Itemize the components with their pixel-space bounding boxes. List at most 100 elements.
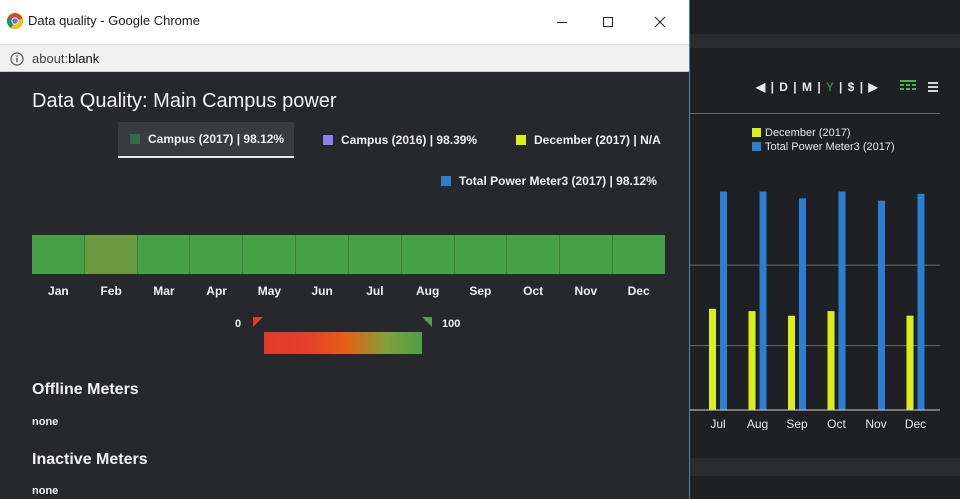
legend-swatch (130, 134, 140, 144)
maximize-icon (603, 17, 613, 27)
bar-total-power-meter3 (917, 193, 925, 410)
legend-label: Total Power Meter3 (2017) (765, 141, 895, 153)
nav-year-button[interactable]: Y (826, 80, 835, 94)
month-quality-cell-oct[interactable] (507, 235, 561, 274)
month-quality-cell-apr[interactable] (190, 235, 244, 274)
scale-min-label: 0 (235, 318, 242, 330)
page-title: Data Quality: Main Campus power (32, 90, 337, 112)
legend-swatch (516, 135, 526, 145)
month-label: Jan (48, 284, 69, 298)
month-label: Apr (206, 284, 227, 298)
month-label: Nov (574, 284, 598, 298)
legend-item-total-power-meter3[interactable]: Total Power Meter3 (2017) | 98.12% (441, 174, 657, 188)
month-label: Jun (311, 284, 333, 298)
monthly-bar-chart: Jul Aug Sep Oct Nov Dec (690, 191, 940, 430)
month-quality-cell-dec[interactable] (613, 235, 665, 274)
footer-strip (690, 458, 960, 476)
offline-meters-value: none (32, 416, 59, 428)
bar-total-power-meter3 (799, 198, 806, 410)
month-quality-cell-jul[interactable] (348, 235, 402, 274)
quality-color-scale (264, 332, 422, 354)
popup-window: Data quality - Google Chrome about:blank… (0, 0, 690, 499)
legend-label: Total Power Meter3 (2017) | 98.12% (459, 174, 657, 188)
bar-total-power-meter3 (878, 200, 885, 410)
dashboard-legend-item[interactable]: December (2017) (752, 127, 851, 139)
address-bar[interactable]: about:blank (0, 44, 689, 72)
header-strip (690, 34, 960, 48)
month-labels: Jan Feb Mar Apr May Jun Jul Aug Sep Oct Nov Dec (32, 284, 665, 298)
legend-label: Campus (2017) | 98.12% (148, 132, 285, 146)
nav-separator: | (770, 80, 775, 94)
month-quality-cell-aug[interactable] (401, 235, 455, 274)
x-tick-label: Jul (710, 417, 725, 430)
nav-next-button[interactable]: ▶ (868, 80, 878, 94)
period-nav: ◀ | D | M | Y | $ | ▶ (756, 80, 879, 94)
nav-separator: | (817, 80, 822, 94)
legend-swatch (752, 128, 761, 137)
scale-max-label: 100 (442, 318, 461, 330)
month-quality-cell-jun[interactable] (296, 235, 349, 274)
x-tick-label: Sep (786, 417, 808, 430)
legend-item-campus-2016[interactable]: Campus (2016) | 98.39% (323, 133, 477, 147)
divider (690, 113, 940, 114)
month-quality-cell-may[interactable] (243, 235, 297, 274)
legend-label: December (2017) | N/A (534, 133, 661, 147)
month-label: Feb (100, 284, 122, 298)
month-label: Jul (366, 284, 384, 298)
nav-separator: | (838, 80, 844, 94)
url-scheme: about: (32, 51, 69, 66)
minimize-button[interactable] (539, 8, 585, 36)
bar-total-power-meter3 (838, 191, 846, 410)
x-tick-label: Nov (865, 417, 886, 430)
maximize-button[interactable] (585, 8, 631, 36)
month-label: Oct (523, 284, 544, 298)
dashboard-legend-item[interactable]: Total Power Meter3 (2017) (752, 141, 895, 153)
month-label: May (257, 284, 282, 298)
nav-day-button[interactable]: D (779, 80, 789, 94)
menu-icon[interactable] (928, 82, 938, 92)
url-text[interactable]: about:blank (32, 51, 99, 66)
month-quality-cell-mar[interactable] (137, 235, 191, 274)
info-icon[interactable] (10, 52, 24, 66)
bar-december-2017 (748, 311, 756, 410)
nav-prev-button[interactable]: ◀ (756, 80, 766, 94)
bar-total-power-meter3 (720, 191, 727, 410)
nav-separator: | (859, 80, 865, 94)
legend-item-campus-2017[interactable]: Campus (2017) | 98.12% (118, 122, 295, 158)
chrome-logo-icon (7, 13, 23, 29)
offline-meters-heading: Offline Meters (32, 381, 139, 398)
legend-label: December (2017) (765, 127, 851, 139)
legend-label: Campus (2016) | 98.39% (341, 133, 478, 147)
x-tick-label: Aug (747, 417, 768, 430)
close-button[interactable] (637, 8, 683, 36)
page-content: Data Quality: Main Campus power Campus (… (0, 72, 689, 499)
title-bar: Data quality - Google Chrome (0, 0, 689, 44)
month-label: Sep (469, 284, 492, 298)
nav-separator: | (793, 80, 798, 94)
x-tick-label: Dec (905, 417, 926, 430)
scale-max-marker (422, 317, 432, 327)
inactive-meters-value: none (32, 485, 59, 497)
bar-december-2017 (827, 311, 835, 410)
nav-month-button[interactable]: M (802, 80, 813, 94)
month-quality-cell-nov[interactable] (560, 235, 614, 274)
close-icon (654, 16, 666, 28)
legend-swatch (752, 142, 761, 151)
legend-item-december-2017[interactable]: December (2017) | N/A (516, 133, 661, 147)
inactive-meters-heading: Inactive Meters (32, 451, 148, 468)
x-tick-label: Oct (827, 417, 846, 430)
month-label: Aug (415, 284, 440, 298)
month-quality-cell-sep[interactable] (454, 235, 508, 274)
month-label: Mar (153, 284, 175, 298)
month-quality-cell-jan[interactable] (32, 235, 85, 274)
month-quality-cell-feb[interactable] (84, 235, 138, 274)
window-title: Data quality - Google Chrome (28, 13, 200, 28)
data-quality-grid-icon[interactable] (900, 80, 916, 92)
bar-total-power-meter3 (759, 191, 767, 410)
url-path: blank (68, 51, 100, 66)
scale-min-marker (253, 317, 263, 327)
legend-swatch (323, 135, 333, 145)
nav-cost-button[interactable]: $ (848, 80, 856, 94)
bar-december-2017 (906, 315, 914, 410)
bar-december-2017 (788, 315, 795, 410)
